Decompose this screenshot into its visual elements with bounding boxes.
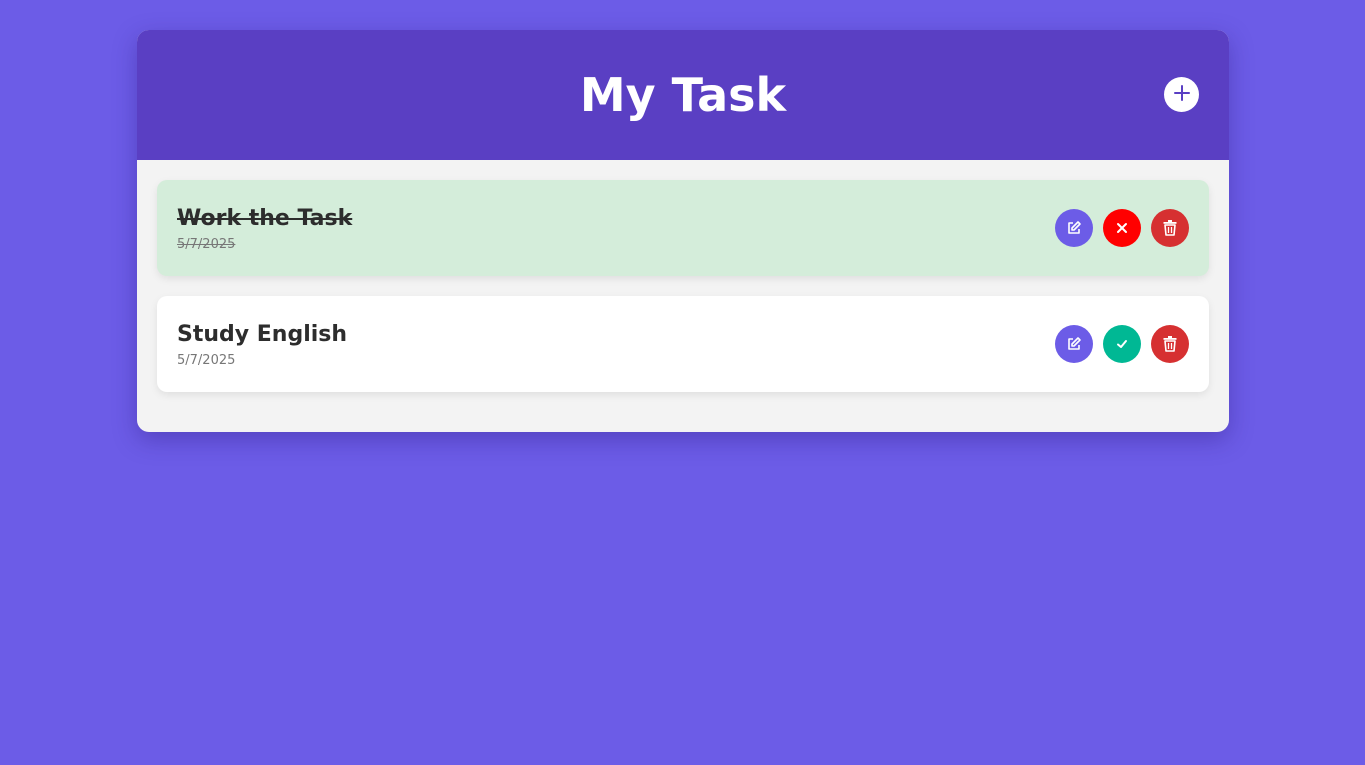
check-icon bbox=[1116, 338, 1128, 350]
trash-icon bbox=[1163, 336, 1177, 352]
task-text: Study English 5/7/2025 bbox=[177, 321, 347, 368]
task-actions bbox=[1055, 325, 1189, 363]
app-header: My Task bbox=[137, 30, 1229, 160]
mark-complete-button[interactable] bbox=[1103, 325, 1141, 363]
task-title: Study English bbox=[177, 321, 348, 347]
task-title: Work the Task bbox=[177, 205, 353, 231]
task-list: Work the Task 5/7/2025 Study English 5/7… bbox=[137, 160, 1229, 392]
task-app-card: My Task Work the Task 5/7/2025 Study Eng… bbox=[137, 30, 1229, 432]
delete-task-button[interactable] bbox=[1151, 325, 1189, 363]
page-title: My Task bbox=[579, 68, 787, 122]
mark-incomplete-button[interactable] bbox=[1103, 209, 1141, 247]
task-date: 5/7/2025 bbox=[177, 352, 236, 368]
task-item: Study English 5/7/2025 bbox=[157, 296, 1209, 392]
task-item: Work the Task 5/7/2025 bbox=[157, 180, 1209, 276]
edit-icon bbox=[1066, 220, 1082, 236]
add-task-button[interactable] bbox=[1164, 77, 1199, 112]
edit-task-button[interactable] bbox=[1055, 325, 1093, 363]
plus-icon bbox=[1173, 84, 1191, 105]
task-date: 5/7/2025 bbox=[177, 236, 236, 252]
task-actions bbox=[1055, 209, 1189, 247]
task-text: Work the Task 5/7/2025 bbox=[177, 205, 352, 252]
delete-task-button[interactable] bbox=[1151, 209, 1189, 247]
close-icon bbox=[1116, 222, 1128, 234]
edit-task-button[interactable] bbox=[1055, 209, 1093, 247]
edit-icon bbox=[1066, 336, 1082, 352]
trash-icon bbox=[1163, 220, 1177, 236]
